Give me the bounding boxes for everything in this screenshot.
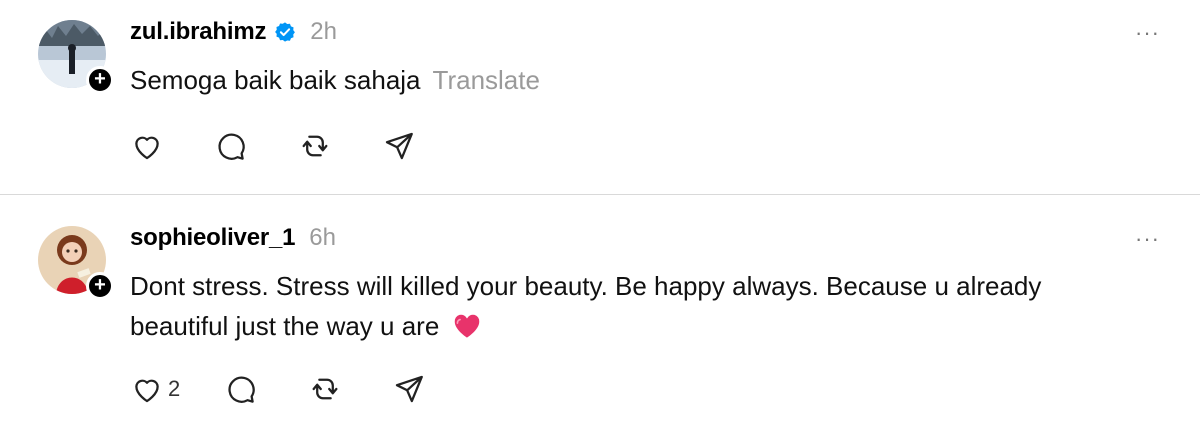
more-options-button[interactable]: ···: [1135, 20, 1160, 46]
post-time: 6h: [309, 224, 336, 251]
heart-icon: [135, 136, 159, 160]
repost-icon: [302, 135, 328, 157]
share-button[interactable]: [382, 129, 416, 163]
repost-icon: [312, 378, 338, 400]
verified-badge-icon: [274, 21, 296, 43]
follow-plus-button[interactable]: +: [86, 66, 114, 94]
post-time: 2h: [310, 18, 337, 45]
send-icon: [385, 132, 413, 160]
post-header: zul.ibrahimz 2h: [130, 18, 337, 46]
comment-icon: [218, 133, 245, 160]
post-text-content: Semoga baik baik sahaja: [130, 65, 421, 95]
heart-icon: [135, 379, 159, 403]
comment-button[interactable]: [224, 372, 258, 406]
more-options-button[interactable]: ···: [1135, 226, 1160, 252]
translate-link[interactable]: Translate: [433, 65, 540, 95]
post-header: sophieoliver_1 6h: [130, 224, 336, 252]
share-button[interactable]: [392, 372, 426, 406]
pink-heart-emoji: [453, 310, 481, 350]
thread-post-1: + zul.ibrahimz 2h ··· Semoga baik baik s…: [0, 0, 1200, 195]
comment-button[interactable]: [214, 129, 248, 163]
action-bar: 2: [130, 372, 426, 406]
like-button[interactable]: 2: [130, 372, 180, 406]
post-text-line-2-wrap: beautiful just the way u are: [130, 306, 1130, 350]
post-text: Semoga baik baik sahaja Translate: [130, 60, 1130, 100]
post-text: Dont stress. Stress will killed your bea…: [130, 266, 1130, 350]
username[interactable]: sophieoliver_1: [130, 224, 295, 252]
post-divider: [0, 194, 1200, 195]
action-bar: [130, 129, 416, 163]
avatar-wrap[interactable]: +: [38, 20, 114, 94]
repost-button[interactable]: [308, 372, 342, 406]
like-button[interactable]: [130, 129, 164, 163]
repost-button[interactable]: [298, 129, 332, 163]
follow-plus-button[interactable]: +: [86, 272, 114, 300]
post-text-line-1: Dont stress. Stress will killed your bea…: [130, 271, 1042, 301]
avatar-wrap[interactable]: +: [38, 226, 114, 300]
comment-icon: [228, 376, 255, 403]
username[interactable]: zul.ibrahimz: [130, 18, 266, 46]
send-icon: [396, 375, 424, 403]
post-text-line-2: beautiful just the way u are: [130, 311, 440, 341]
like-count: 2: [168, 376, 181, 401]
thread-post-2: + sophieoliver_1 6h ··· Dont stress. Str…: [0, 196, 1200, 429]
